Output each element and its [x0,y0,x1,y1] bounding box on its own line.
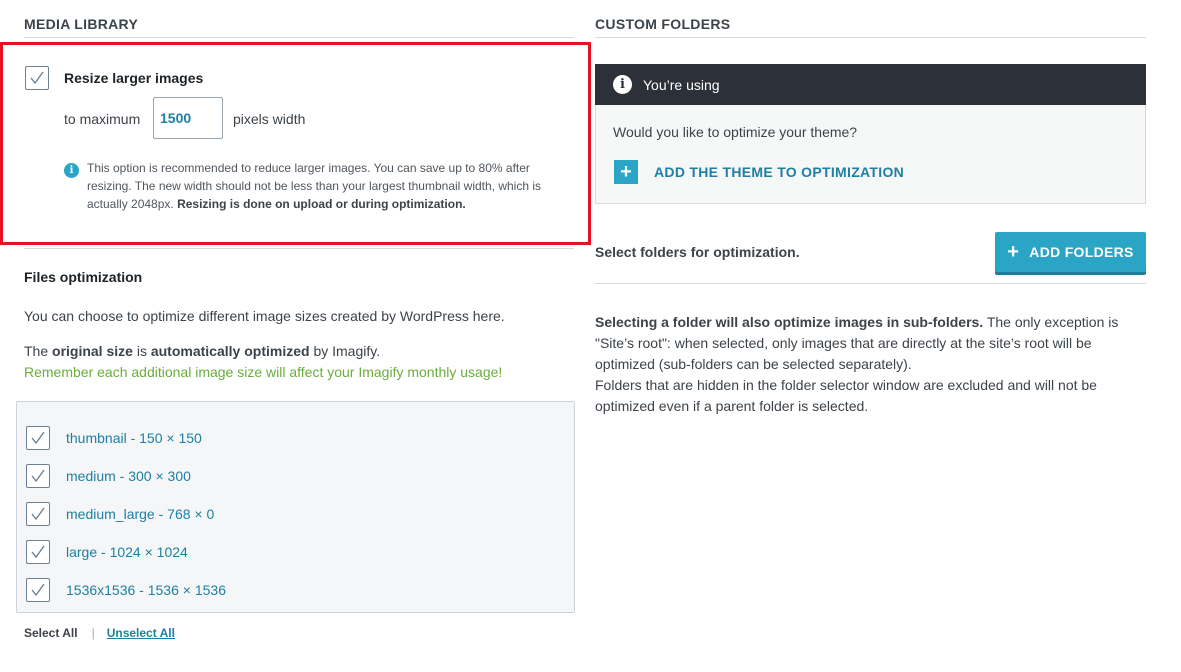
check-icon [31,545,45,559]
original-size-note: The original size is automatically optim… [24,343,381,359]
divider [595,283,1146,284]
divider [24,37,574,38]
list-item[interactable]: medium - 300 × 300 [26,457,574,495]
size-label: 1536x1536 - 1536 × 1536 [66,582,226,598]
resize-checkbox[interactable] [25,66,49,90]
theme-panel: Would you like to optimize your theme? +… [595,105,1146,204]
theme-notice-bar: i You’re using [595,64,1146,105]
resize-suffix: pixels width [233,111,306,127]
notice-text: You’re using [643,76,720,93]
files-optimization-title: Files optimization [24,269,143,285]
resize-help-text: This option is recommended to reduce lar… [87,161,542,211]
check-icon [31,431,45,445]
resize-label: Resize larger images [64,70,204,86]
check-icon [31,583,45,597]
custom-folders-title: CUSTOM FOLDERS [595,16,731,32]
size-label: medium_large - 768 × 0 [66,506,215,522]
divider [24,248,574,249]
size-checkbox[interactable] [26,464,50,488]
add-folders-label: ADD FOLDERS [1029,244,1134,260]
files-intro: You can choose to optimize different ima… [24,308,505,324]
list-item[interactable]: 1536x1536 - 1536 × 1536 [26,571,574,609]
check-icon [31,469,45,483]
media-library-title: MEDIA LIBRARY [24,16,139,32]
size-label: large - 1024 × 1024 [66,544,188,560]
add-folders-button[interactable]: + ADD FOLDERS [995,232,1146,272]
resize-prefix: to maximum [64,111,141,127]
select-all-link[interactable]: Select All [24,626,78,640]
plus-icon: + [1007,241,1020,263]
add-theme-button[interactable]: + ADD THE THEME TO OPTIMIZATION [614,160,904,184]
list-item[interactable]: medium_large - 768 × 0 [26,495,574,533]
size-checkbox[interactable] [26,426,50,450]
size-label: medium - 300 × 300 [66,468,191,484]
image-sizes-list: thumbnail - 150 × 150 medium - 300 × 300… [16,401,575,613]
separator: | [91,626,95,640]
divider [595,37,1146,38]
plus-icon: + [614,160,638,184]
usage-warning: Remember each additional image size will… [24,364,503,380]
info-icon: i [613,75,632,94]
size-checkbox[interactable] [26,540,50,564]
list-item[interactable]: large - 1024 × 1024 [26,533,574,571]
info-icon: i [64,163,79,178]
check-icon [30,71,44,85]
size-checkbox[interactable] [26,578,50,602]
size-checkbox[interactable] [26,502,50,526]
add-theme-label: ADD THE THEME TO OPTIMIZATION [654,164,905,180]
list-item[interactable]: thumbnail - 150 × 150 [26,419,574,457]
select-controls: Select All | Unselect All [24,626,175,640]
size-label: thumbnail - 150 × 150 [66,430,202,446]
unselect-all-link[interactable]: Unselect All [107,626,175,640]
theme-question: Would you like to optimize your theme? [613,124,858,140]
max-width-input[interactable] [153,97,223,139]
folders-description: Selecting a folder will also optimize im… [595,314,1119,414]
select-folders-label: Select folders for optimization. [595,244,800,260]
check-icon [31,507,45,521]
